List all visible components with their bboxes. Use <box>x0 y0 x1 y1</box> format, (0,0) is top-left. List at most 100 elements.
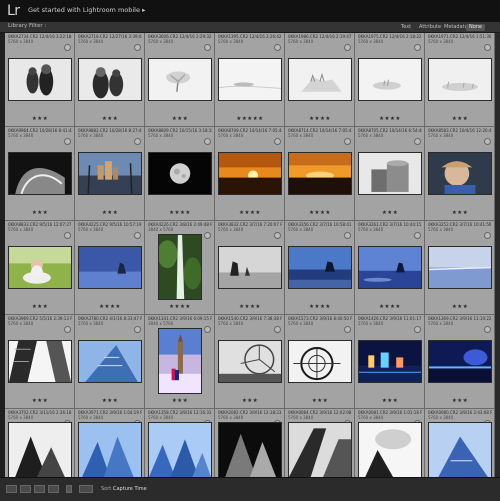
photo-badge-icon[interactable] <box>64 326 71 333</box>
photo-badge-icon[interactable] <box>64 138 71 145</box>
compare-view-button[interactable] <box>34 485 45 493</box>
grid-view-button[interactable] <box>6 485 17 493</box>
lightroom-mobile-prompt[interactable]: Get started with Lightroom mobile ▸ <box>28 6 145 14</box>
photo-thumbnail[interactable] <box>288 422 352 477</box>
photo-thumbnail[interactable] <box>158 328 202 394</box>
sort-value[interactable]: Capture Time <box>113 486 147 492</box>
photo-cell[interactable]: 0KKA1426.CR2 3/9/16 11:01:17 PM5760 x 38… <box>355 315 425 409</box>
photo-thumbnail[interactable] <box>428 246 492 289</box>
photo-thumbnail[interactable] <box>148 58 212 101</box>
photo-badge-icon[interactable] <box>344 44 351 51</box>
photo-cell[interactable]: 0KKA3971.CR2 3/9/16 1:04:19 PM5760 x 384… <box>75 409 145 477</box>
photo-cell[interactable]: 0KKA4226.CR2 3/8/16 2:49:48 PM3840 x 576… <box>145 221 215 315</box>
photo-badge-icon[interactable] <box>344 232 351 239</box>
survey-view-button[interactable] <box>48 485 59 493</box>
photo-cell[interactable]: 0KKA8833.CR2 9/5/16 12:07:27 PM5760 x 38… <box>5 221 75 315</box>
photo-cell[interactable]: 0KKA9964.CR2 10/28/16 8:41:42 PM5760 x 3… <box>5 127 75 221</box>
photo-thumbnail[interactable] <box>8 246 72 289</box>
photo-rating[interactable]: ★★★ <box>145 116 215 122</box>
photo-rating[interactable]: ★★★★ <box>75 304 145 310</box>
photo-thumbnail[interactable] <box>428 422 492 477</box>
photo-cell[interactable]: 0KKA3832.CR2 3/7/16 7:20:07 PM5760 x 384… <box>215 221 285 315</box>
photo-badge-icon[interactable] <box>414 232 421 239</box>
photo-rating[interactable]: ★★★ <box>425 304 495 310</box>
photo-rating[interactable]: ★★★ <box>355 398 425 404</box>
photo-cell[interactable]: 0KKA3356.CR2 3/7/16 10:58:41 PM5760 x 38… <box>285 221 355 315</box>
photo-rating[interactable]: ★★★ <box>5 304 75 310</box>
photo-thumbnail[interactable] <box>8 340 72 383</box>
photo-badge-icon[interactable] <box>274 232 281 239</box>
photo-cell[interactable]: 0KKA1395.CR2 12/4/16 2:26:42 PM5760 x 38… <box>215 33 285 127</box>
photo-rating[interactable]: ★★★★ <box>285 304 355 310</box>
photo-rating[interactable]: ★★★★ <box>285 116 355 122</box>
photo-rating[interactable]: ★★★ <box>75 398 145 404</box>
photo-cell[interactable]: 0KKA1986.CR2 12/4/16 2:19:47 PM5760 x 38… <box>285 33 355 127</box>
photo-thumbnail[interactable] <box>78 422 142 477</box>
photo-thumbnail[interactable] <box>358 422 422 477</box>
photo-thumbnail[interactable] <box>148 422 212 477</box>
photo-thumbnail[interactable] <box>218 422 282 477</box>
photo-cell[interactable]: 0KKA2734.CR2 12/4/16 3:22:18 PM5760 x 38… <box>5 33 75 127</box>
photo-cell[interactable]: 0KKA2718.CR2 12/27/16 3:39:02 PM5760 x 3… <box>75 33 145 127</box>
lightroom-logo[interactable]: Lr <box>7 3 20 19</box>
photo-thumbnail[interactable] <box>288 340 352 383</box>
photo-cell[interactable]: 0KKA8809.CR2 10/15/16 3:18:18 AM5760 x 3… <box>145 127 215 221</box>
photo-cell[interactable]: 0KKA1358.CR2 3/9/16 12:16:33 PM5760 x 38… <box>145 409 215 477</box>
photo-cell[interactable]: 0KKA0084.CR2 3/9/16 12:02:08 PM5760 x 38… <box>285 409 355 477</box>
photo-cell[interactable]: 0KKA2082.CR2 3/9/16 12:18:23 PM5760 x 38… <box>215 409 285 477</box>
photo-rating[interactable]: ★★★★ <box>285 210 355 216</box>
photo-rating[interactable]: ★★★ <box>425 116 495 122</box>
photo-cell[interactable]: 0KKA1971.CR2 12/4/16 1:51:36 PM5760 x 38… <box>425 33 495 127</box>
photo-thumbnail[interactable] <box>358 58 422 101</box>
photo-thumbnail[interactable] <box>8 152 72 195</box>
photo-thumbnail[interactable] <box>8 58 72 101</box>
photo-rating[interactable]: ★★★ <box>75 210 145 216</box>
photo-badge-icon[interactable] <box>64 232 71 239</box>
loupe-view-button[interactable] <box>20 485 31 493</box>
photo-cell[interactable]: 0KKA0081.CR2 3/9/16 1:01:18 PM5760 x 384… <box>355 409 425 477</box>
photo-cell[interactable]: 0KKA8583.CR2 10/4/16 12:20:41 PM5760 x 3… <box>425 127 495 221</box>
photo-rating[interactable]: ★★★★★ <box>215 116 285 122</box>
photo-badge-icon[interactable] <box>484 232 491 239</box>
photo-thumbnail[interactable] <box>8 422 72 477</box>
photo-rating[interactable]: ★★★★ <box>215 304 285 310</box>
photo-cell[interactable]: 0KKA3261.CR2 3/7/16 10:44:15 PM5760 x 38… <box>355 221 425 315</box>
filter-none[interactable]: None <box>466 23 486 31</box>
photo-rating[interactable]: ★★★ <box>5 210 75 216</box>
photo-cell[interactable]: 0KKA1573.CR2 3/9/16 8:40:50 PM5760 x 384… <box>285 315 355 409</box>
filter-attribute[interactable]: Attribute <box>416 24 444 31</box>
grid-scrollbar[interactable] <box>495 33 500 477</box>
photo-rating[interactable]: ★★★ <box>5 116 75 122</box>
photo-cell[interactable]: 0KKA3702.CR2 3/11/16 2:36:18 PM5760 x 38… <box>5 409 75 477</box>
photo-cell[interactable]: 0KKA3780.CR2 4/1/16 8:33:47 PM5760 x 384… <box>75 315 145 409</box>
photo-badge-icon[interactable] <box>344 326 351 333</box>
photo-badge-icon[interactable] <box>204 232 211 239</box>
photo-thumbnail[interactable] <box>158 234 202 300</box>
photo-badge-icon[interactable] <box>344 138 351 145</box>
photo-badge-icon[interactable] <box>134 326 141 333</box>
filter-text[interactable]: Text <box>398 24 414 31</box>
photo-rating[interactable]: ★★★★ <box>145 210 215 216</box>
photo-thumbnail[interactable] <box>358 152 422 195</box>
photo-thumbnail[interactable] <box>218 340 282 383</box>
photo-badge-icon[interactable] <box>204 44 211 51</box>
photo-cell[interactable]: 0KKA4225.CR2 9/5/16 10:57:19 PM5760 x 38… <box>75 221 145 315</box>
photo-thumbnail[interactable] <box>428 340 492 383</box>
photo-thumbnail[interactable] <box>218 58 282 101</box>
photo-badge-icon[interactable] <box>274 326 281 333</box>
photo-rating[interactable]: ★★★★ <box>145 304 215 310</box>
photo-rating[interactable]: ★★★★ <box>355 304 425 310</box>
photo-badge-icon[interactable] <box>134 232 141 239</box>
photo-badge-icon[interactable] <box>414 138 421 145</box>
photo-badge-icon[interactable] <box>414 326 421 333</box>
photo-badge-icon[interactable] <box>414 44 421 51</box>
photo-rating[interactable]: ★★★★ <box>215 210 285 216</box>
painter-icon[interactable] <box>66 485 72 493</box>
photo-cell[interactable]: 0KKA8709.CR2 10/14/16 7:05:42 AM5760 x 3… <box>215 127 285 221</box>
photo-cell[interactable]: 0KKA1341.CR2 3/9/16 6:09:15 PM3840 x 576… <box>145 315 215 409</box>
photo-cell[interactable]: 0KKA3969.CR2 5/5/16 2:39:13 PM5760 x 384… <box>5 315 75 409</box>
photo-thumbnail[interactable] <box>148 152 212 195</box>
photo-thumbnail[interactable] <box>288 246 352 289</box>
photo-badge-icon[interactable] <box>274 44 281 51</box>
photo-badge-icon[interactable] <box>204 326 211 333</box>
